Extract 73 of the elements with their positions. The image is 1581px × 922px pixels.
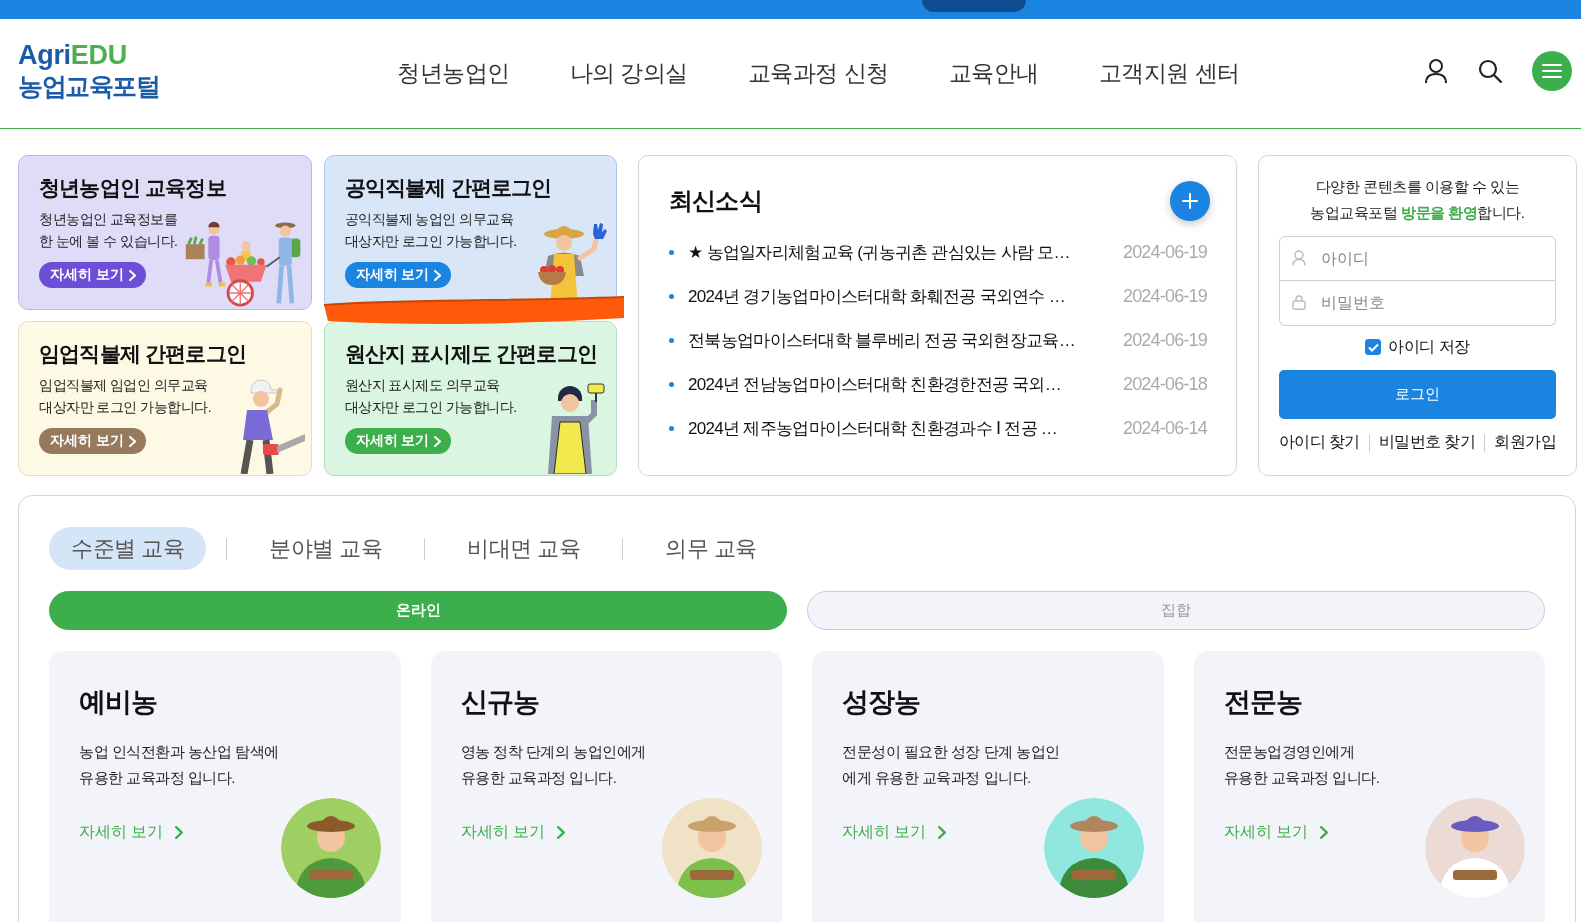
chevron-icon (938, 826, 947, 839)
card-description: 공익직불제 농업인 의무교육 대상자만 로그인 가능합니다. (344, 210, 517, 251)
card-title: 신규농 (460, 687, 539, 717)
card-title: 예비농 (79, 687, 157, 717)
bullet-icon (669, 249, 674, 255)
lock-icon (1292, 294, 1306, 310)
card-description: 청년농업인 교육정보를 한 눈에 볼 수 있습니다. (39, 210, 178, 251)
card-description: 원산지 표시제도 의무교육 대상자만 로그인 가능합니다. (344, 376, 517, 417)
news-date: 2024-06-19 (1122, 329, 1207, 351)
account-link[interactable]: 아이디 찾기 (1279, 432, 1360, 453)
card-description: 영농 정착 단계의 농업인에게 유용한 교육과정 입니다. (460, 742, 646, 788)
more-button[interactable] (1170, 181, 1210, 221)
card-title: 공익직불제 간편로그인 (344, 176, 552, 200)
card-description: 전문성이 필요한 성장 단계 농업인 에게 유용한 교육과정 입니다. (842, 742, 1060, 788)
user-icon[interactable] (1424, 57, 1448, 84)
menu-button[interactable] (1532, 50, 1572, 91)
logo-wordmark[interactable]: AgriEDU (18, 40, 127, 70)
category-tab[interactable]: 비대면 교육 (445, 527, 603, 570)
card-title: 성장농 (842, 687, 920, 717)
nav-menu-item[interactable]: 교육안내 (948, 58, 1039, 89)
remember-checkbox[interactable] (1365, 339, 1382, 355)
account-link[interactable]: 회원가입 (1494, 432, 1556, 453)
password-field[interactable]: 비밀번호 (1279, 281, 1556, 326)
menu-icon (1542, 63, 1562, 78)
news-title[interactable]: 2024년 전남농업마이스터대학 친환경한전공 국외… (688, 372, 1115, 396)
chevron-icon (556, 826, 565, 839)
news-title[interactable]: 전북농업마이스터대학 블루베리 전공 국외현장교육… (688, 328, 1115, 352)
news-title[interactable]: 2024년 경기농업마이스터대학 화훼전공 국외연수 … (688, 284, 1115, 308)
nav-menu-item[interactable]: 나의 강의실 (569, 58, 688, 89)
nav-menu-item[interactable]: 교육과정 신청 (747, 58, 889, 89)
card-description: 전문농업경영인에게 유용한 교육과정 입니다. (1223, 742, 1380, 788)
category-tab[interactable]: 분야별 교육 (247, 527, 405, 570)
bullet-icon (669, 425, 674, 431)
news-title[interactable]: 2024년 제주농업마이스터대학 친환경과수 Ⅰ 전공 … (688, 416, 1115, 440)
chevron-icon (128, 269, 136, 281)
nav-menu-item[interactable]: 고객지원 센터 (1098, 58, 1240, 89)
news-title[interactable]: ★ 농업일자리체험교육 (귀농귀촌 관심있는 사람 모… (688, 240, 1115, 264)
banner-button[interactable] (922, 0, 1026, 12)
detail-button[interactable]: 자세히 보기 (344, 262, 452, 288)
detail-button[interactable]: 자세히 보기 (39, 262, 146, 288)
plus-icon (1182, 193, 1198, 209)
news-date: 2024-06-19 (1122, 241, 1207, 263)
chevron-icon (434, 269, 442, 281)
logo-subtitle[interactable]: 농업교육포털 (18, 71, 159, 101)
remember-label[interactable]: 아이디 저장 (1388, 336, 1470, 358)
news-date: 2024-06-14 (1122, 417, 1207, 439)
nav-menu-item[interactable]: 청년농업인 (397, 58, 510, 89)
chevron-icon (128, 435, 136, 447)
username-field[interactable]: 아이디 (1279, 236, 1556, 281)
detail-button[interactable]: 자세히 보기 (39, 428, 146, 454)
account-link[interactable]: 비밀번호 찾기 (1379, 432, 1476, 453)
bullet-icon (669, 381, 674, 387)
section-title: 최신소식 (669, 186, 762, 216)
card-title: 원산지 표시제도 간편로그인 (344, 342, 597, 366)
card-title: 임업직불제 간편로그인 (39, 342, 247, 366)
check-icon (1367, 342, 1379, 352)
card-title: 청년농업인 교육정보 (39, 176, 226, 200)
category-tab[interactable]: 수준별 교육 (49, 527, 207, 570)
chevron-icon (434, 435, 442, 447)
bullet-icon (669, 293, 674, 299)
category-tab[interactable]: 의무 교육 (643, 527, 779, 570)
card-description: 임업직불제 임업인 의무교육 대상자만 로그인 가능합니다. (39, 376, 212, 417)
card-description: 농업 인식전환과 농산업 탐색에 유용한 교육과정 입니다. (79, 742, 279, 788)
login-button[interactable]: 로그인 (1279, 370, 1556, 419)
chevron-icon (1319, 826, 1328, 839)
news-date: 2024-06-18 (1122, 373, 1207, 395)
search-icon[interactable] (1478, 58, 1502, 83)
news-date: 2024-06-19 (1122, 285, 1207, 307)
chevron-icon (175, 826, 184, 839)
card-title: 전문농 (1223, 687, 1302, 717)
welcome-message: 다양한 콘텐츠를 이용할 수 있는 농업교육포털 방문을 환영합니다. (1309, 177, 1526, 223)
bullet-icon (669, 337, 674, 343)
user-icon (1292, 250, 1306, 266)
